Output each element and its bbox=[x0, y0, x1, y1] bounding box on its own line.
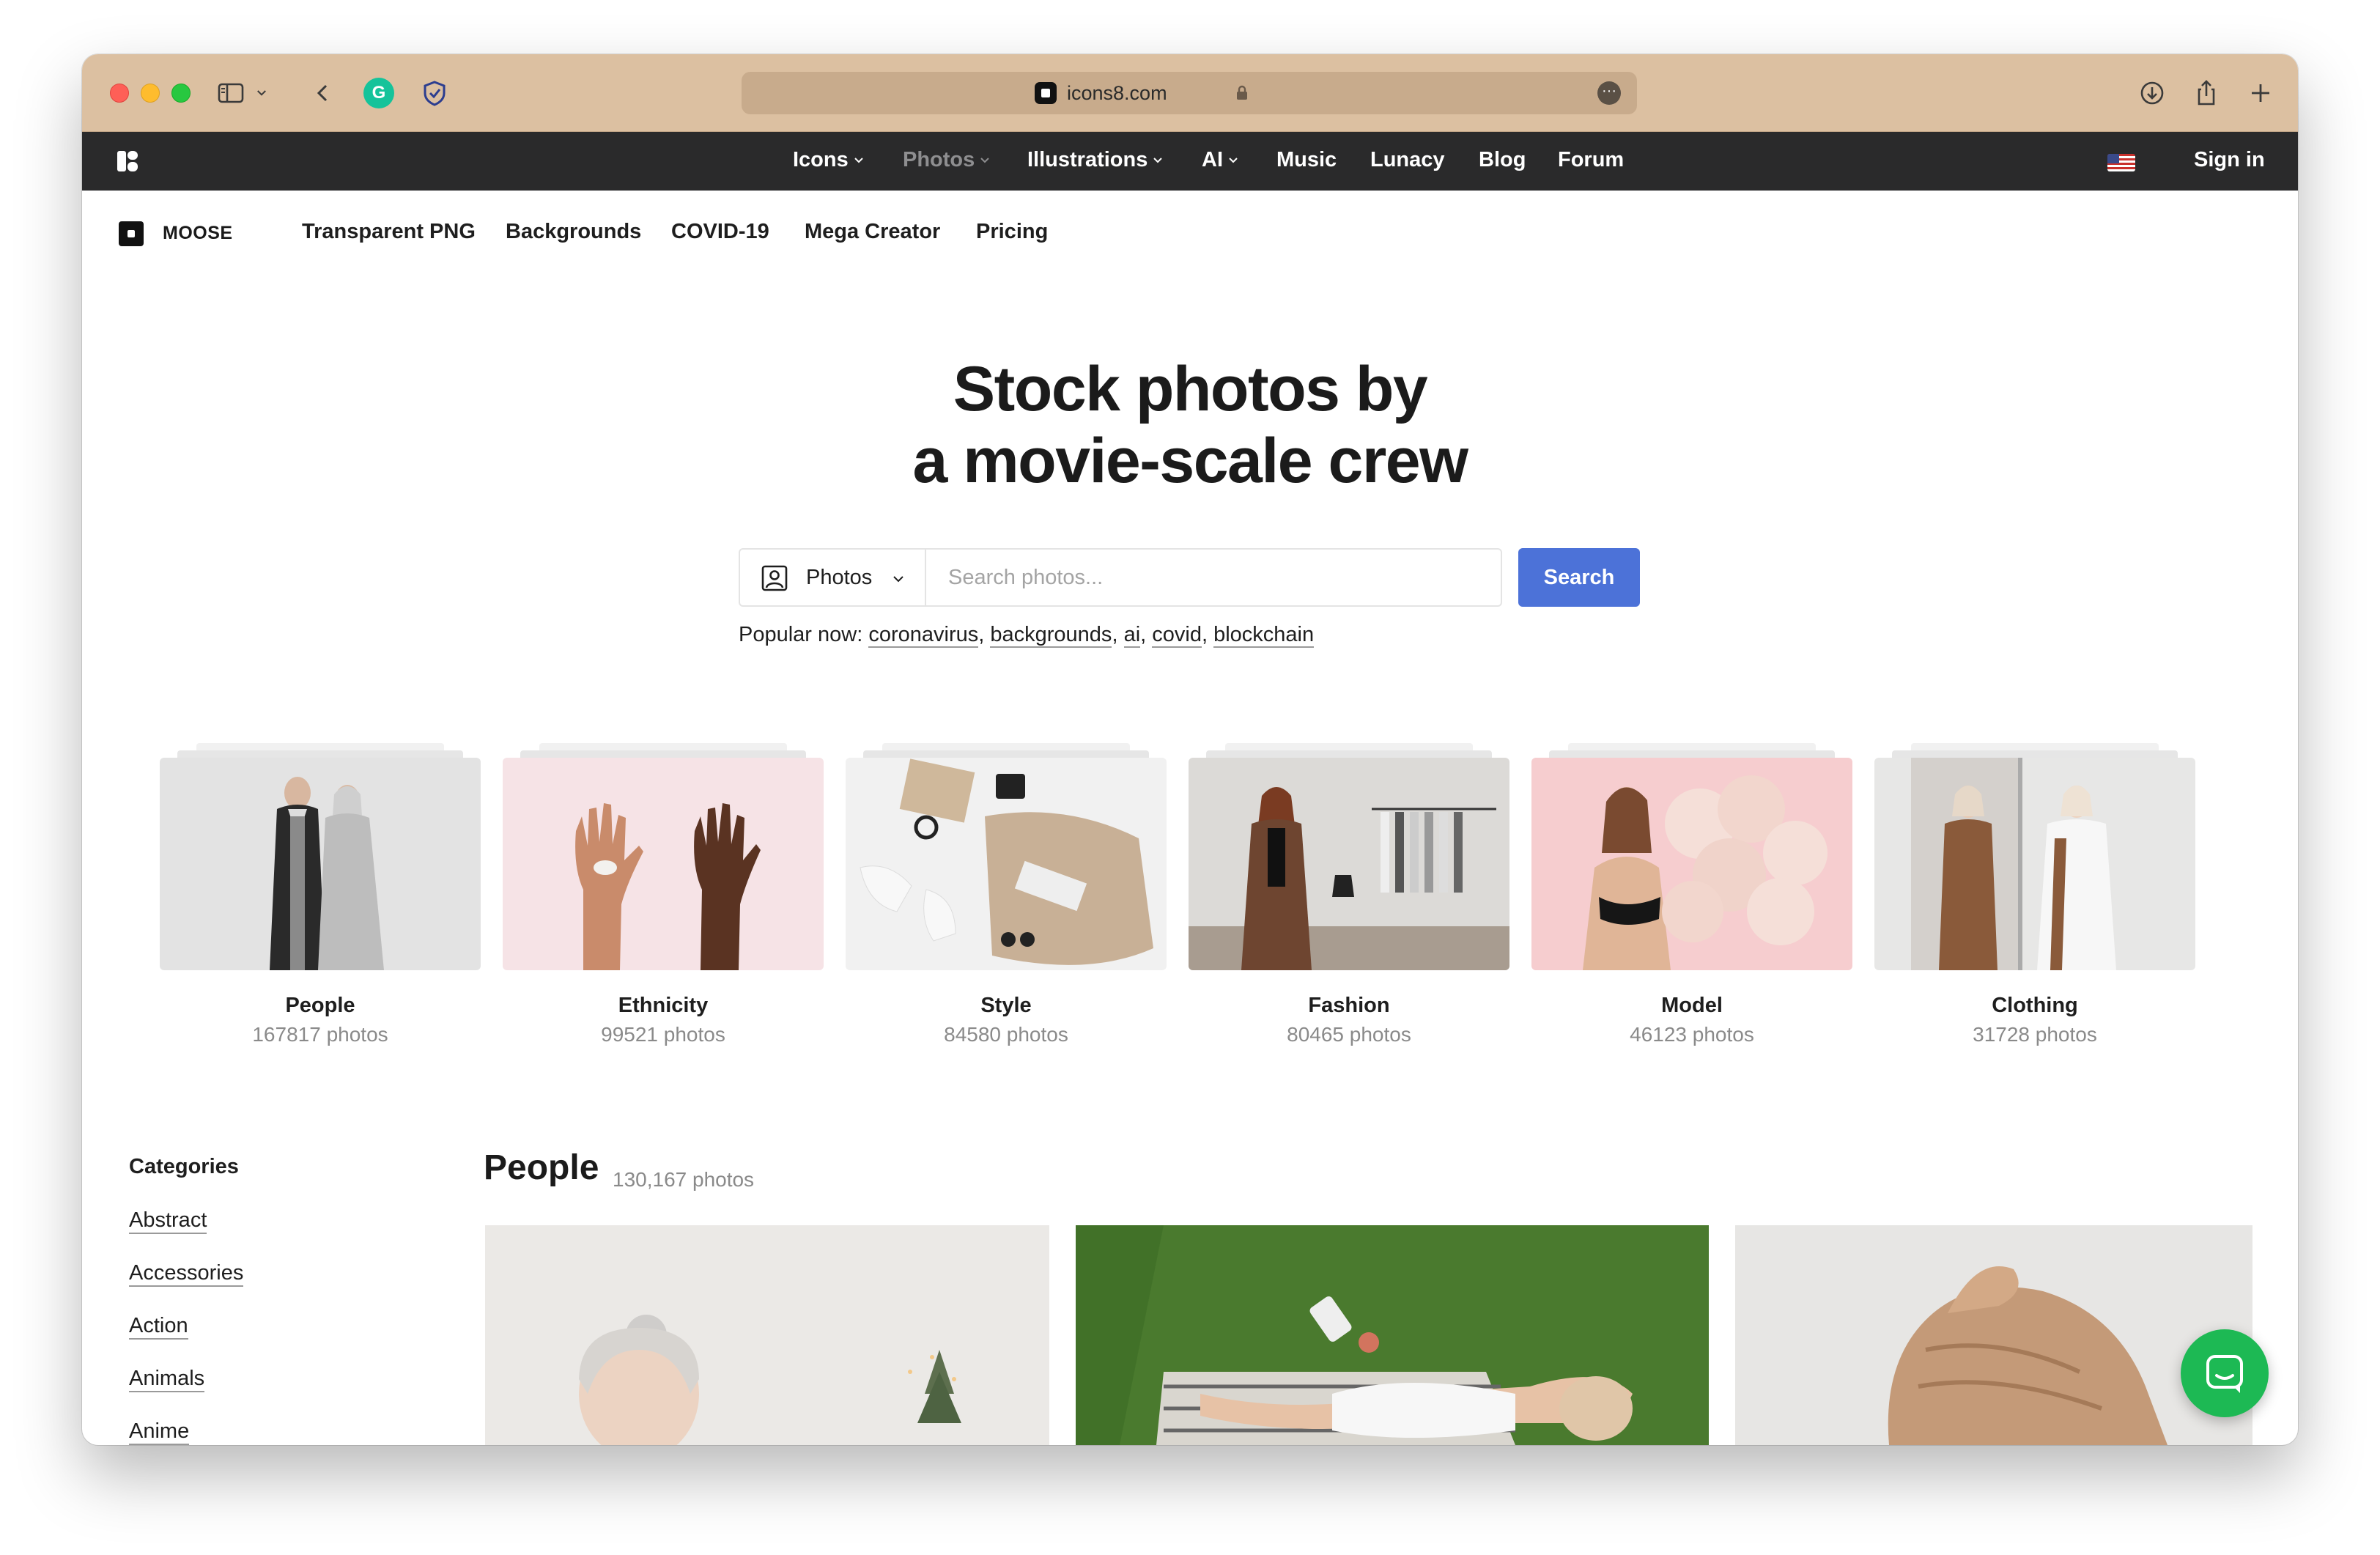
search-button[interactable]: Search bbox=[1518, 548, 1640, 607]
chevron-down-icon bbox=[1229, 157, 1238, 163]
icons8-logo-icon[interactable] bbox=[117, 151, 138, 171]
minimize-window-button[interactable] bbox=[141, 84, 160, 103]
collection-title[interactable]: Fashion bbox=[1189, 994, 1509, 1018]
nav-illustrations-label: Illustrations bbox=[1027, 148, 1148, 171]
category-accessories[interactable]: Accessories bbox=[129, 1260, 244, 1287]
nav-photos-label: Photos bbox=[903, 148, 975, 171]
collection-count: 167817 photos bbox=[252, 1023, 388, 1046]
share-icon[interactable] bbox=[2189, 76, 2223, 110]
category-anime[interactable]: Anime bbox=[129, 1419, 190, 1445]
page-title-line-2: a movie-scale crew bbox=[912, 426, 1468, 496]
new-tab-icon[interactable] bbox=[2244, 76, 2277, 110]
nav-photos[interactable]: Photos bbox=[903, 148, 991, 172]
site-favicon-icon bbox=[1035, 82, 1057, 104]
collection-thumbnail[interactable] bbox=[1874, 758, 2195, 970]
section-photo-count: 130,167 photos bbox=[613, 1168, 755, 1191]
nav-blog[interactable]: Blog bbox=[1479, 148, 1526, 172]
photo-tile[interactable] bbox=[1735, 1225, 2252, 1445]
collection-title[interactable]: Style bbox=[846, 994, 1167, 1018]
collection-count: 80465 photos bbox=[1287, 1023, 1411, 1046]
sidebar-toggle-icon[interactable] bbox=[214, 76, 248, 110]
popular-tag-blockchain[interactable]: blockchain bbox=[1213, 623, 1315, 648]
subnav-mega-creator[interactable]: Mega Creator bbox=[805, 220, 940, 244]
categories-title: Categories bbox=[129, 1155, 239, 1178]
category-action[interactable]: Action bbox=[129, 1313, 188, 1340]
collection-title[interactable]: People bbox=[160, 994, 481, 1018]
nav-ai[interactable]: AI bbox=[1202, 148, 1239, 172]
sign-in-link[interactable]: Sign in bbox=[2194, 148, 2265, 172]
nav-music[interactable]: Music bbox=[1276, 148, 1337, 172]
back-icon[interactable] bbox=[306, 76, 340, 110]
lock-icon bbox=[1231, 82, 1253, 104]
nav-blog-label: Blog bbox=[1479, 148, 1526, 171]
sub-navigation: MOOSE Transparent PNG Backgrounds COVID-… bbox=[82, 191, 2298, 267]
subnav-covid-19[interactable]: COVID-19 bbox=[671, 220, 769, 244]
collection-count: 46123 photos bbox=[1630, 1023, 1754, 1046]
chevron-down-icon bbox=[893, 576, 903, 583]
popular-tag-covid[interactable]: covid bbox=[1152, 623, 1202, 648]
nav-music-label: Music bbox=[1276, 148, 1337, 171]
close-window-button[interactable] bbox=[110, 84, 129, 103]
collection-thumbnail[interactable] bbox=[846, 758, 1167, 970]
category-abstract[interactable]: Abstract bbox=[129, 1208, 207, 1234]
popular-tag-ai[interactable]: ai bbox=[1123, 623, 1141, 648]
page-title-line-1: Stock photos by bbox=[953, 354, 1428, 424]
collection-title[interactable]: Ethnicity bbox=[503, 994, 824, 1018]
subnav-transparent-png[interactable]: Transparent PNG bbox=[302, 220, 476, 244]
chevron-down-icon[interactable] bbox=[251, 76, 273, 110]
photo-tile[interactable] bbox=[485, 1225, 1049, 1445]
shield-icon[interactable] bbox=[418, 76, 451, 110]
portrait-photo-icon bbox=[761, 565, 788, 591]
zoom-window-button[interactable] bbox=[171, 84, 191, 103]
popular-label: Popular now: bbox=[739, 623, 863, 646]
chevron-down-icon bbox=[854, 157, 863, 163]
page-title: Stock photos by a movie-scale crew bbox=[82, 353, 2298, 497]
search-input[interactable] bbox=[928, 550, 1499, 605]
browser-toolbar: G icons8.com ··· bbox=[82, 54, 2298, 132]
browser-window: G icons8.com ··· Icons Photos Illustrati… bbox=[82, 54, 2298, 1445]
popular-tag-backgrounds[interactable]: backgrounds bbox=[990, 623, 1112, 648]
grammarly-extension-icon[interactable]: G bbox=[363, 78, 394, 108]
collection-thumbnail[interactable] bbox=[503, 758, 824, 970]
moose-logo-icon[interactable] bbox=[119, 221, 144, 246]
top-navigation: Icons Photos Illustrations AI Music Luna… bbox=[82, 132, 2298, 191]
collection-title[interactable]: Model bbox=[1531, 994, 1852, 1018]
collection-title[interactable]: Clothing bbox=[1874, 994, 2195, 1018]
collection-count: 31728 photos bbox=[1973, 1023, 2097, 1046]
collection-count: 84580 photos bbox=[944, 1023, 1068, 1046]
popular-tag-coronavirus[interactable]: coronavirus bbox=[868, 623, 979, 648]
more-options-icon[interactable]: ··· bbox=[1597, 81, 1621, 105]
moose-brand-name[interactable]: MOOSE bbox=[163, 223, 233, 244]
nav-lunacy[interactable]: Lunacy bbox=[1370, 148, 1445, 172]
nav-ai-label: AI bbox=[1202, 148, 1223, 171]
nav-forum[interactable]: Forum bbox=[1558, 148, 1624, 172]
search-type-select[interactable]: Photos bbox=[740, 550, 926, 605]
chevron-down-icon bbox=[1153, 157, 1163, 163]
collection-thumbnail[interactable] bbox=[1189, 758, 1509, 970]
popular-now: Popular now: coronavirus, backgrounds, a… bbox=[739, 623, 1315, 648]
downloads-icon[interactable] bbox=[2135, 76, 2169, 110]
us-flag-icon[interactable] bbox=[2107, 154, 2135, 171]
address-bar[interactable]: icons8.com ··· bbox=[742, 72, 1637, 114]
nav-icons-label: Icons bbox=[793, 148, 849, 171]
chat-icon[interactable] bbox=[2181, 1329, 2269, 1417]
category-animals[interactable]: Animals bbox=[129, 1366, 205, 1392]
search-type-label: Photos bbox=[806, 566, 873, 589]
subnav-backgrounds[interactable]: Backgrounds bbox=[506, 220, 641, 244]
subnav-pricing[interactable]: Pricing bbox=[976, 220, 1048, 244]
photo-tile[interactable] bbox=[1076, 1225, 1709, 1445]
nav-forum-label: Forum bbox=[1558, 148, 1625, 171]
nav-illustrations[interactable]: Illustrations bbox=[1027, 148, 1164, 172]
collection-thumbnail[interactable] bbox=[1531, 758, 1852, 970]
nav-icons[interactable]: Icons bbox=[793, 148, 865, 172]
search-bar: Photos bbox=[739, 548, 1502, 607]
url-text: icons8.com bbox=[1067, 82, 1167, 104]
chevron-down-icon bbox=[980, 157, 989, 163]
collection-thumbnail[interactable] bbox=[160, 758, 481, 970]
nav-lunacy-label: Lunacy bbox=[1370, 148, 1445, 171]
collection-count: 99521 photos bbox=[601, 1023, 725, 1046]
section-title: People bbox=[484, 1148, 599, 1187]
